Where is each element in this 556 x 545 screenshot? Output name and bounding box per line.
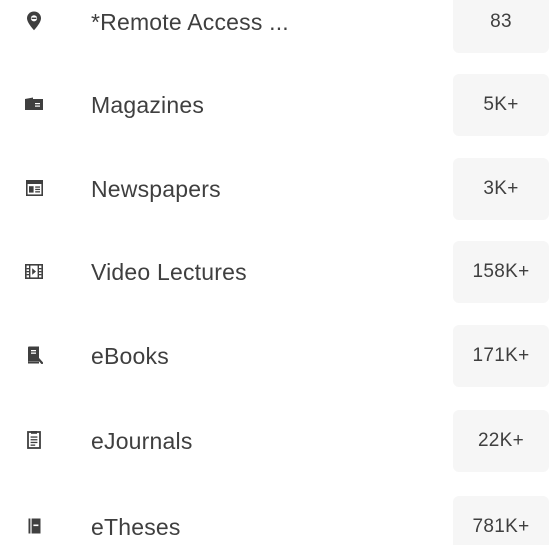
newspaper-icon (24, 178, 44, 198)
resource-item-remote-access[interactable]: *Remote Access ... 83 (0, 0, 556, 53)
document-icon (24, 430, 44, 450)
resource-item-ebooks[interactable]: eBooks 171K+ (0, 325, 556, 387)
resource-label: Video Lectures (91, 259, 247, 285)
magazine-icon (24, 94, 44, 114)
resource-label: Magazines (91, 92, 205, 118)
resource-count-badge: 22K+ (453, 410, 549, 472)
resource-item-video-lectures[interactable]: Video Lectures 158K+ (0, 241, 556, 303)
resource-label: eJournals (91, 428, 193, 454)
thesis-book-icon (24, 516, 44, 536)
resource-item-etheses[interactable]: eTheses 781K+ (0, 496, 556, 545)
resource-label: eTheses (91, 514, 181, 540)
resource-count-badge: 781K+ (453, 496, 549, 545)
resource-item-ejournals[interactable]: eJournals 22K+ (0, 410, 556, 472)
location-pin-icon (24, 11, 44, 31)
resource-item-magazines[interactable]: Magazines 5K+ (0, 74, 556, 136)
resource-count-badge: 83 (453, 0, 549, 53)
resource-label: Newspapers (91, 176, 221, 202)
resource-item-newspapers[interactable]: Newspapers 3K+ (0, 158, 556, 220)
resource-list: *Remote Access ... 83 Magazines 5K+ News… (0, 0, 556, 545)
resource-count-badge: 171K+ (453, 325, 549, 387)
resource-count-badge: 158K+ (453, 241, 549, 303)
resource-label: eBooks (91, 343, 169, 369)
resource-label: *Remote Access ... (91, 9, 289, 35)
book-icon (24, 345, 44, 365)
film-strip-icon (24, 261, 44, 281)
resource-count-badge: 3K+ (453, 158, 549, 220)
resource-count-badge: 5K+ (453, 74, 549, 136)
